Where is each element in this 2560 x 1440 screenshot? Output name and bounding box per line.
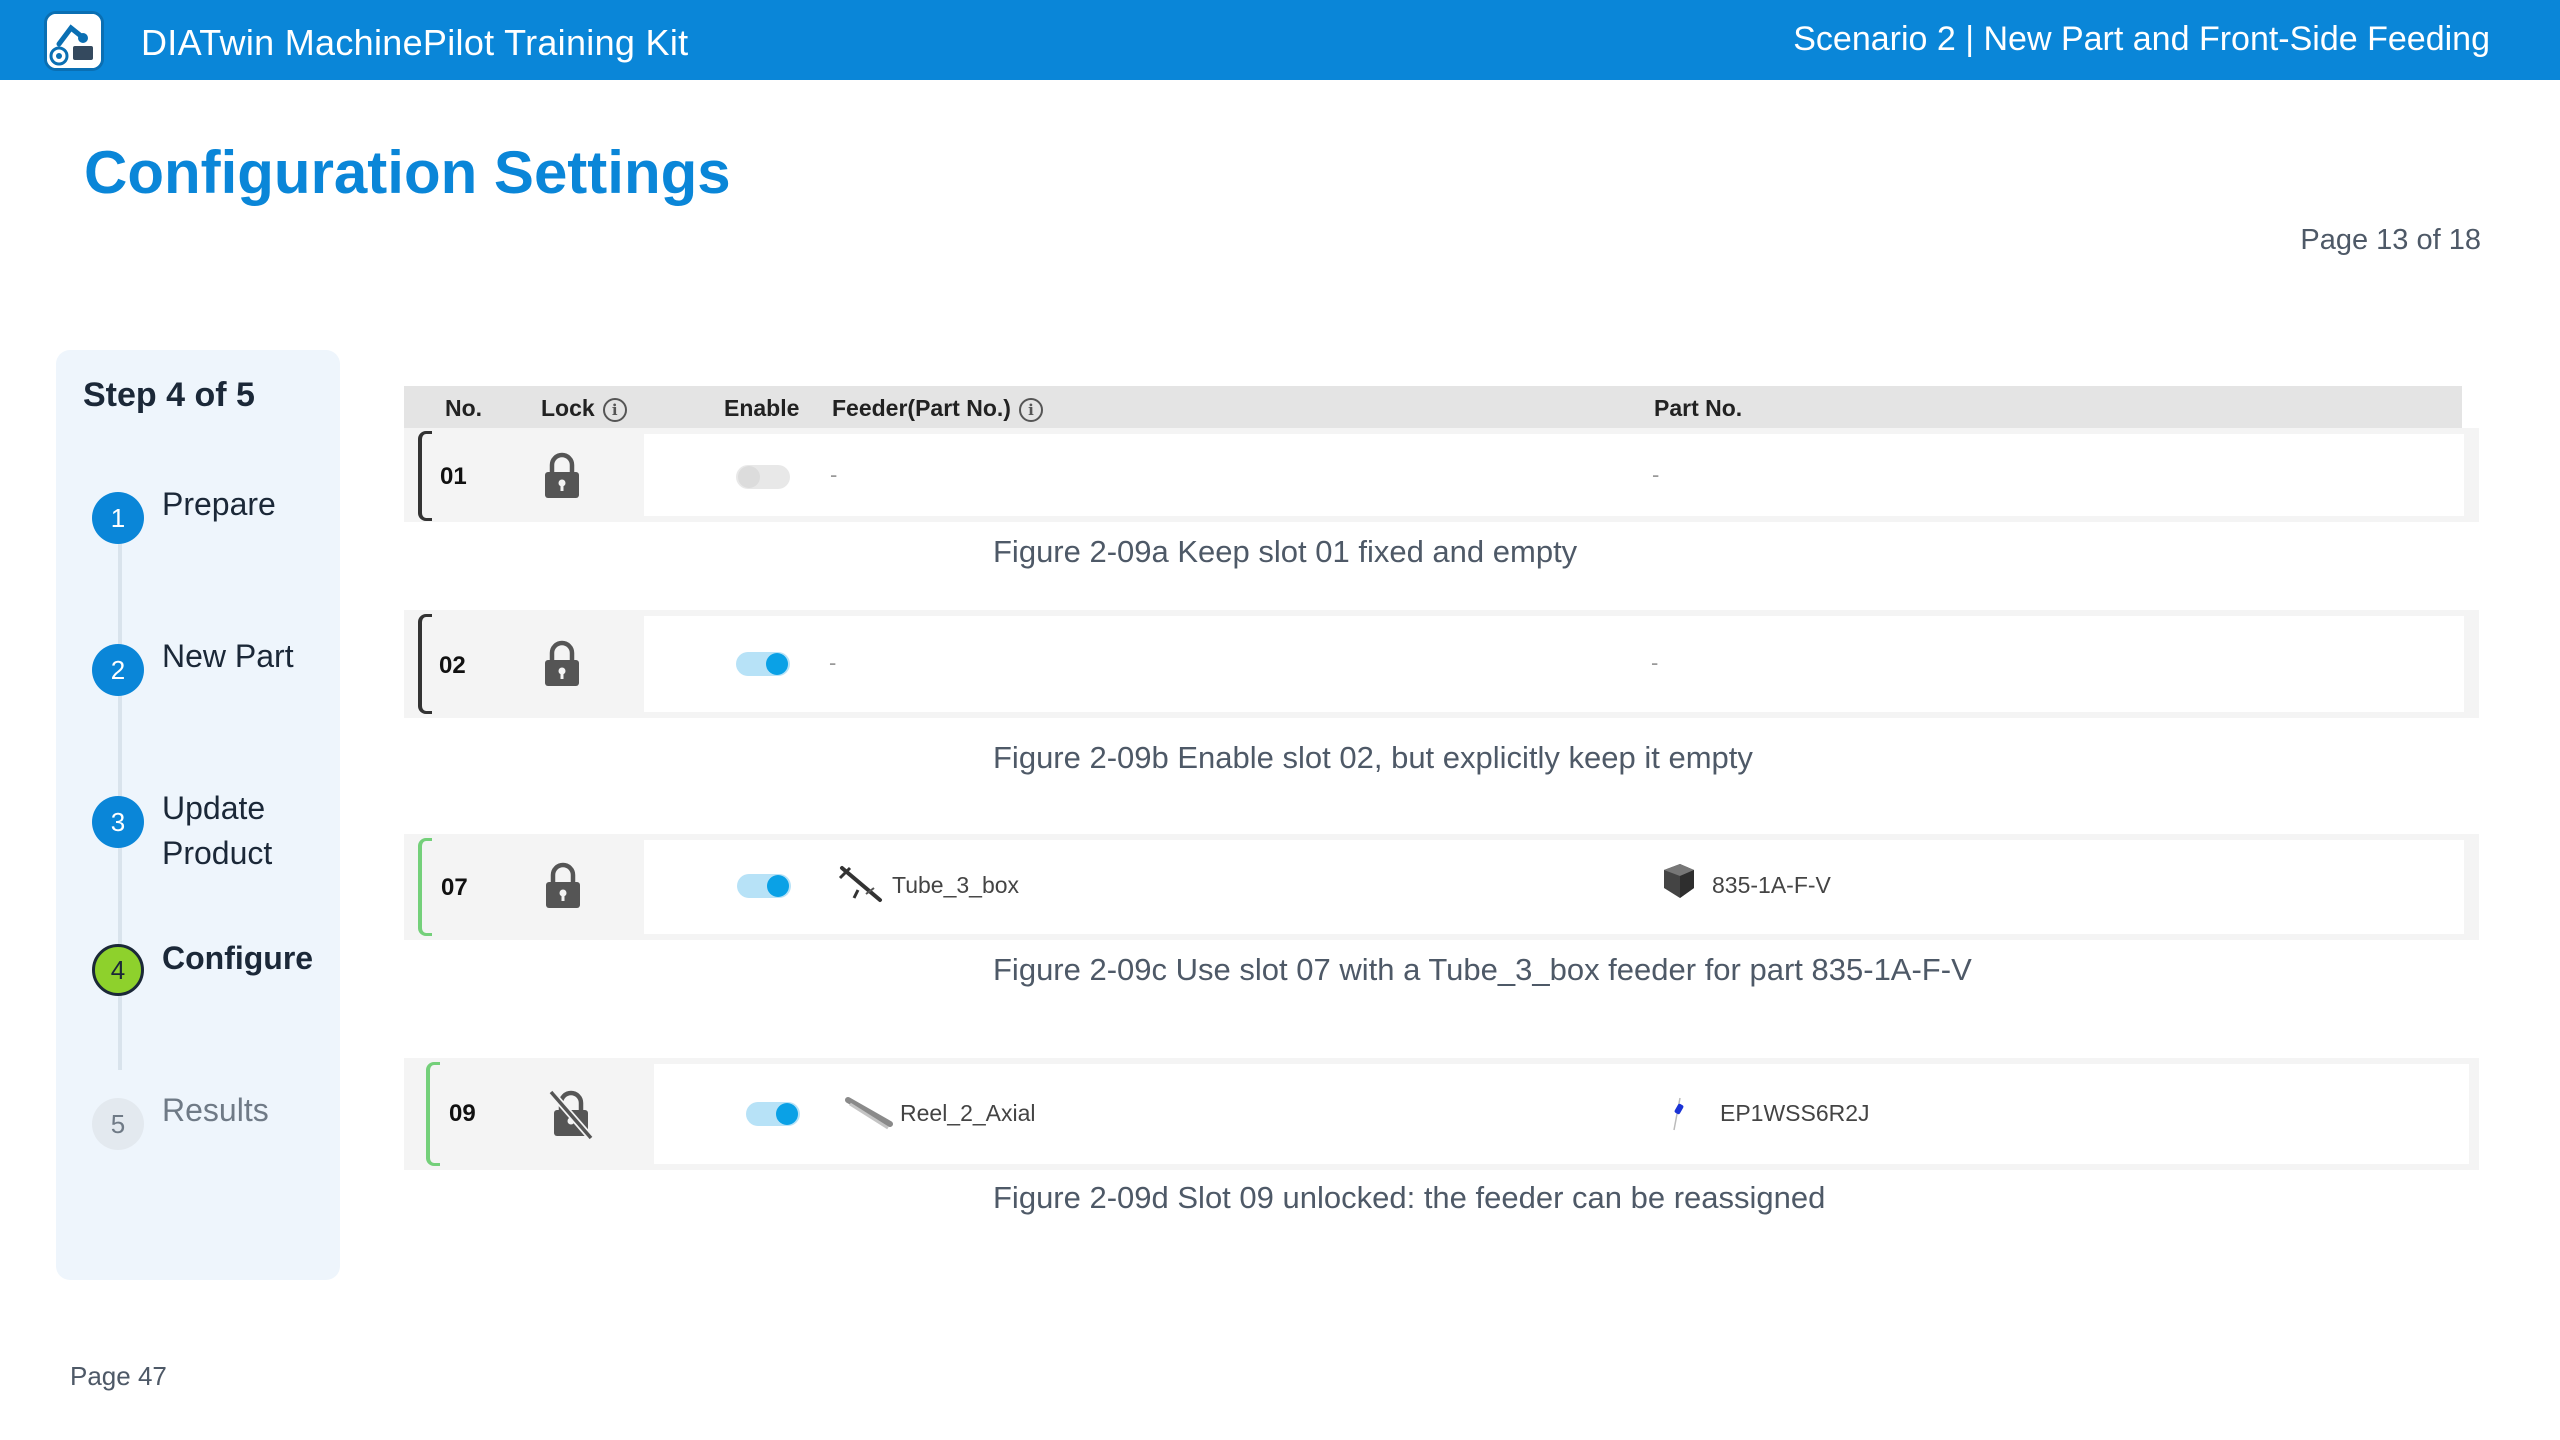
- row-bracket: [418, 431, 432, 521]
- part-no-value: -: [1651, 650, 1659, 675]
- row-bracket: [418, 614, 432, 714]
- row-bracket: [418, 838, 432, 936]
- lock-icon[interactable]: [543, 862, 583, 910]
- enable-toggle[interactable]: [746, 1102, 800, 1126]
- step-number-badge: 1: [92, 492, 144, 544]
- part-no-value: -: [1652, 462, 1660, 487]
- step-number-badge: 3: [92, 796, 144, 848]
- unlocked-lock-icon[interactable]: [547, 1088, 595, 1140]
- step-sidebar: Step 4 of 5 1 Prepare 2 New Part 3 Updat…: [56, 350, 340, 1280]
- enable-toggle[interactable]: [737, 874, 791, 898]
- slot-number: 09: [449, 1100, 476, 1127]
- step-label: Prepare: [162, 486, 276, 522]
- feeder-value: Reel_2_Axial: [900, 1100, 1036, 1126]
- toggle-knob: [738, 466, 760, 488]
- reel-feeder-icon: [845, 1097, 893, 1130]
- column-header-feeder: Feeder(Part No.) i: [832, 395, 1043, 422]
- scenario-title: Scenario 2 | New Part and Front-Side Fee…: [1793, 20, 2490, 58]
- column-header-no: No.: [445, 395, 483, 421]
- page-title: Configuration Settings: [84, 139, 731, 206]
- row-content-area: [644, 434, 2464, 516]
- toggle-knob: [767, 875, 789, 897]
- footer-page-number: Page 47: [70, 1361, 167, 1391]
- step-label: New Part: [162, 638, 294, 674]
- lock-icon[interactable]: [542, 452, 582, 500]
- toggle-knob: [776, 1103, 798, 1125]
- column-header-lock-label: Lock: [541, 395, 595, 421]
- step-label: Configure: [162, 940, 314, 976]
- enable-toggle[interactable]: [736, 465, 790, 489]
- figure-caption-2-09b: Figure 2-09b Enable slot 02, but explici…: [993, 740, 1753, 775]
- lock-icon[interactable]: [542, 640, 582, 688]
- step-number-badge: 5: [92, 1098, 144, 1150]
- toggle-knob: [766, 653, 788, 675]
- figure-caption-2-09c: Figure 2-09c Use slot 07 with a Tube_3_b…: [993, 952, 1972, 987]
- feeder-row-09[interactable]: 09 Reel_2_Axial EP1WSS6R2J: [404, 1058, 2479, 1170]
- column-header-part-no: Part No.: [1654, 395, 1743, 421]
- axial-part-icon: [1673, 1097, 1684, 1131]
- step-label: Update Product: [162, 790, 273, 871]
- step-count: Step 4 of 5: [83, 376, 255, 414]
- slot-number: 02: [439, 652, 466, 679]
- column-header-feeder-label: Feeder(Part No.): [832, 395, 1011, 421]
- feeder-value: -: [830, 462, 838, 487]
- feeder-row-01[interactable]: 01 - -: [404, 428, 2479, 522]
- column-header-enable: Enable: [724, 395, 800, 421]
- slot-number: 01: [440, 463, 467, 490]
- figure-caption-2-09a: Figure 2-09a Keep slot 01 fixed and empt…: [993, 534, 1578, 569]
- step-label: Results: [162, 1092, 269, 1128]
- step-number-badge: 4: [92, 944, 144, 996]
- info-icon[interactable]: i: [602, 397, 627, 422]
- row-bracket: [426, 1062, 440, 1166]
- feeder-value: -: [829, 650, 837, 675]
- row-content-area: [644, 616, 2464, 712]
- tube-feeder-icon: [838, 866, 882, 902]
- feeder-table-header: No. Lock i Enable Feeder(Part No.) i Part …: [404, 386, 2462, 428]
- feeder-row-02[interactable]: 02 - -: [404, 610, 2479, 718]
- column-header-lock: Lock i: [541, 395, 627, 422]
- part-no-value: EP1WSS6R2J: [1720, 1100, 1870, 1126]
- step-number-badge: 2: [92, 644, 144, 696]
- page-counter: Page 13 of 18: [2300, 224, 2481, 256]
- slot-number: 07: [441, 874, 468, 901]
- part-box-icon: [1664, 864, 1694, 898]
- top-bar: DIATwin MachinePilot Training Kit Scenar…: [0, 0, 2560, 80]
- enable-toggle[interactable]: [736, 652, 790, 676]
- info-icon[interactable]: i: [1018, 397, 1043, 422]
- app-title: DIATwin MachinePilot Training Kit: [141, 22, 689, 63]
- feeder-row-07[interactable]: 07 Tube_3_box 835-1A-F-V: [404, 834, 2479, 940]
- feeder-value: Tube_3_box: [892, 872, 1020, 898]
- diatwin-logo-icon: [44, 11, 104, 71]
- part-no-value: 835-1A-F-V: [1712, 872, 1831, 898]
- figure-caption-2-09d: Figure 2-09d Slot 09 unlocked: the feede…: [993, 1180, 1826, 1215]
